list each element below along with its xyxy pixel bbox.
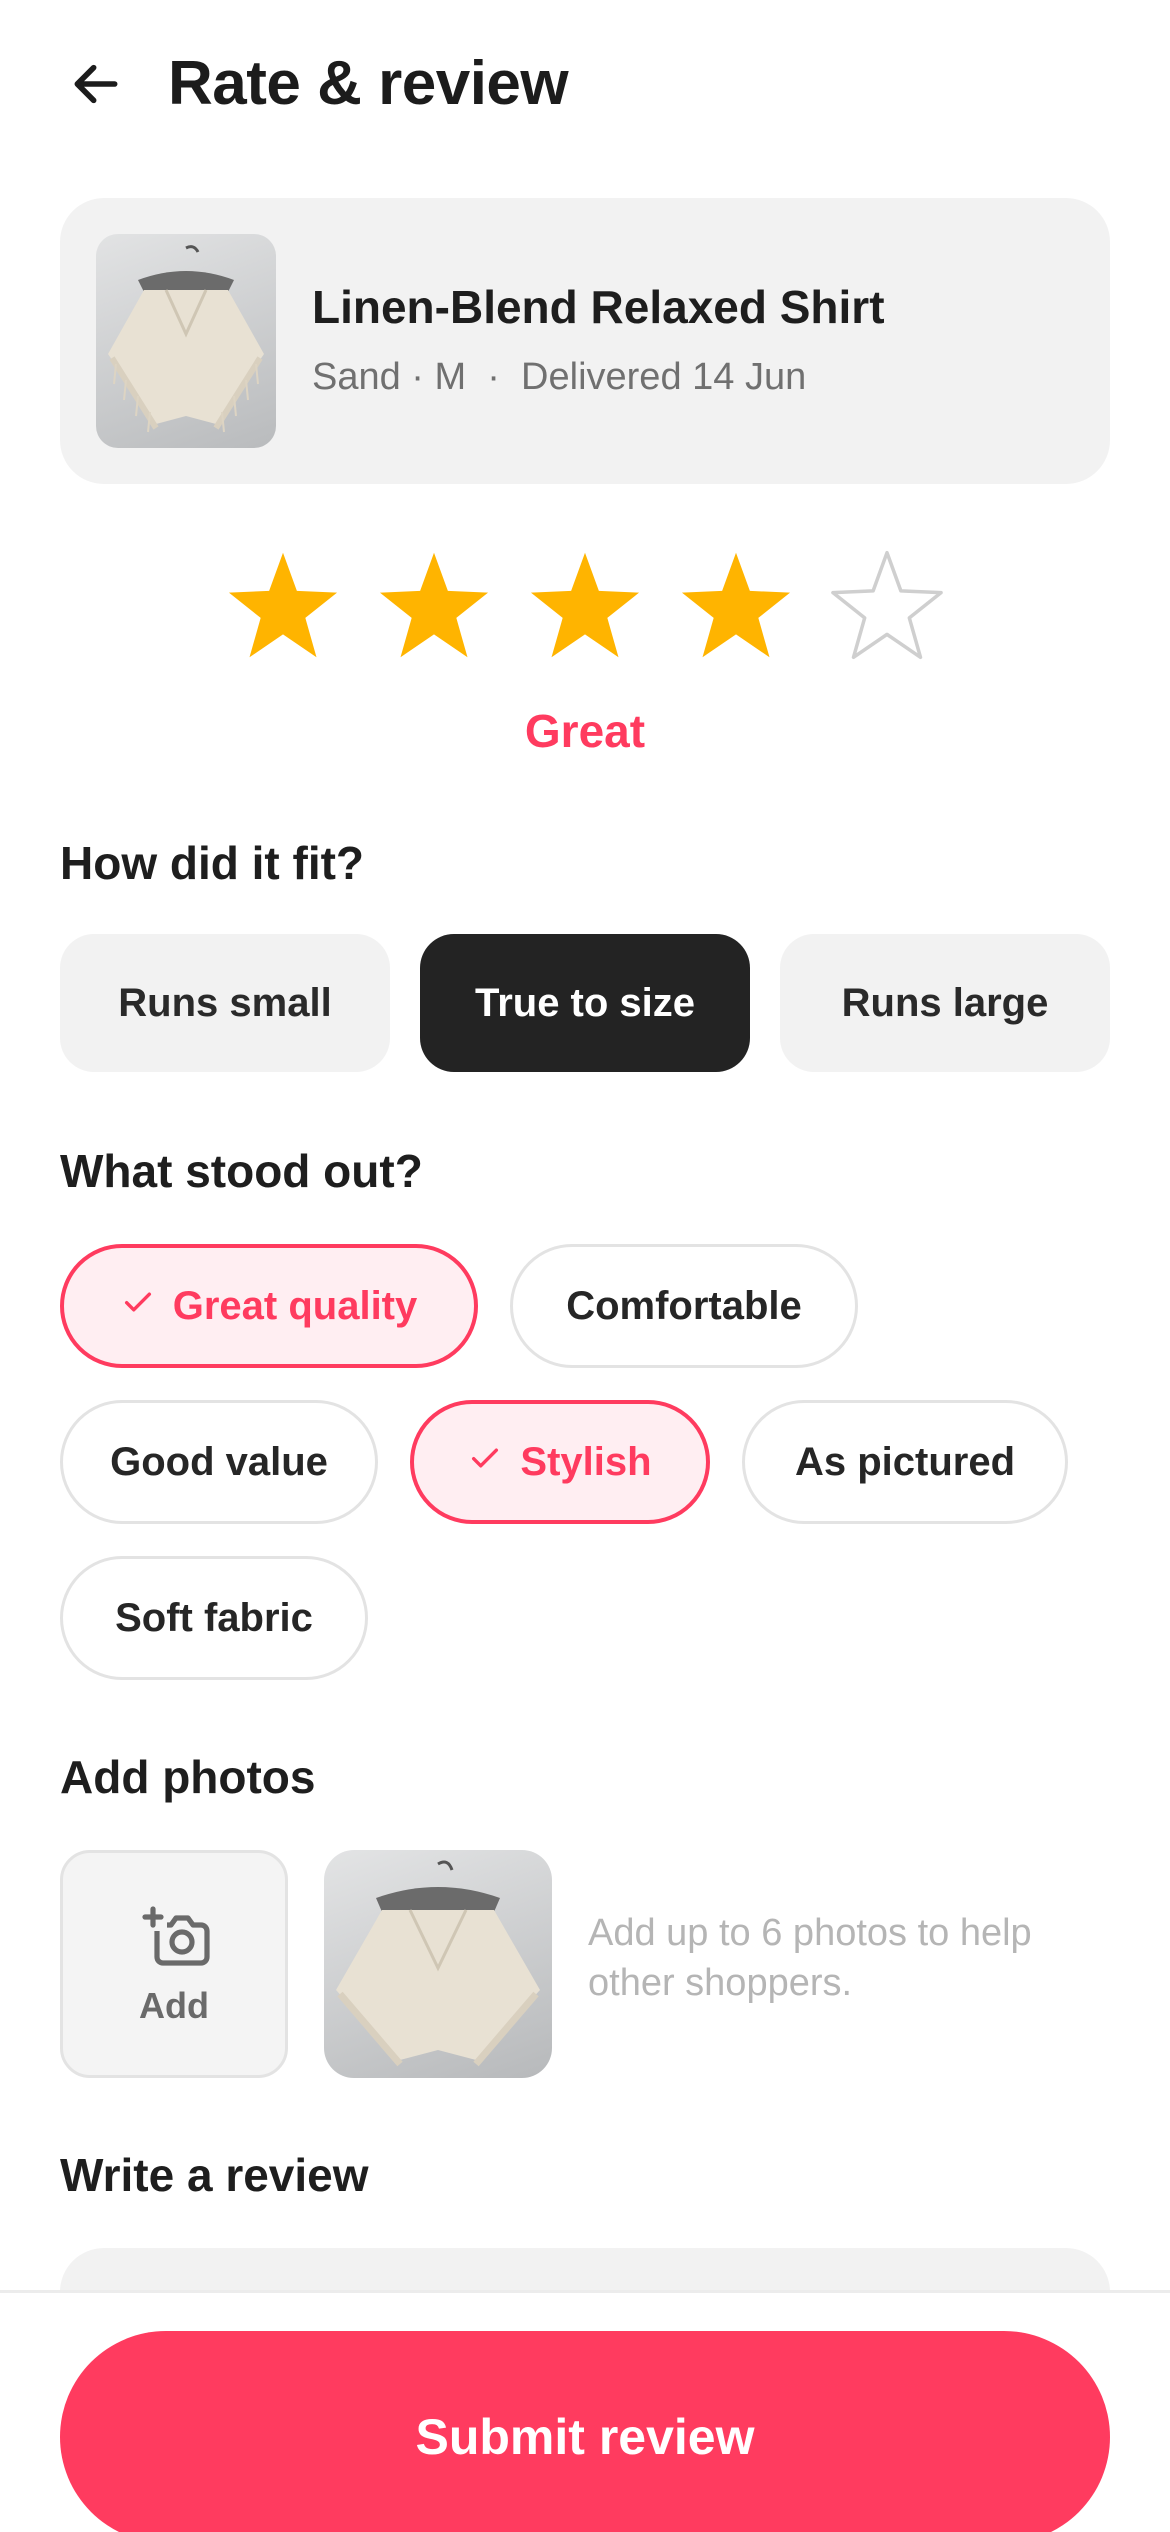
product-name: Linen-Blend Relaxed Shirt (312, 281, 885, 333)
arrow-left-icon (74, 64, 118, 104)
star-filled-icon[interactable] (224, 548, 342, 662)
check-icon (121, 1284, 155, 1329)
tag-chip-great-quality[interactable]: Great quality (60, 1244, 478, 1368)
add-photo-button[interactable]: Add (60, 1850, 288, 2078)
fit-option-runs-small[interactable]: Runs small (60, 934, 390, 1072)
tag-label: Comfortable (566, 1283, 802, 1328)
tag-chip-good-value[interactable]: Good value (60, 1400, 378, 1524)
rate-review-screen: Rate & review Linen-Blend Relaxed Shirt … (0, 0, 1170, 2532)
tag-chip-comfortable[interactable]: Comfortable (510, 1244, 858, 1368)
photo-hint: Add up to 6 photos to help other shopper… (588, 1912, 1032, 2004)
tag-label: As pictured (794, 1439, 1016, 1484)
tag-chip-soft-fabric[interactable]: Soft fabric (60, 1556, 368, 1680)
page-title: Rate & review (168, 49, 569, 118)
review-section-title: Write a review (60, 2149, 369, 2201)
tag-chip-as-pictured[interactable]: As pictured (742, 1400, 1068, 1524)
product-meta: Sand · M · Delivered 14 Jun (312, 356, 807, 398)
tag-label: Stylish (520, 1439, 652, 1484)
product-image (96, 234, 276, 448)
tag-chip-stylish[interactable]: Stylish (410, 1400, 710, 1524)
back-button[interactable] (56, 44, 136, 124)
star-filled-icon[interactable] (375, 548, 493, 662)
tag-label: Good value (110, 1439, 328, 1484)
uploaded-photo[interactable] (324, 1850, 552, 2078)
header: Rate & review (0, 0, 1170, 170)
tag-label: Soft fabric (115, 1595, 313, 1640)
submit-review-button[interactable]: Submit review (60, 2331, 1110, 2532)
star-filled-icon[interactable] (526, 548, 644, 662)
rating-label: Great (524, 705, 646, 757)
add-photo-label: Add (139, 1985, 209, 2026)
product-card: Linen-Blend Relaxed Shirt Sand · M · Del… (60, 198, 1110, 484)
star-empty-icon[interactable] (828, 548, 946, 662)
tag-label: Great quality (172, 1283, 418, 1328)
highlights-section-title: What stood out? (60, 1145, 423, 1197)
bottom-bar: Submit review (0, 2290, 1170, 2532)
star-rating (224, 548, 946, 662)
fit-option-runs-large[interactable]: Runs large (780, 934, 1110, 1072)
fit-section-title: How did it fit? (60, 837, 365, 889)
photos-section-title: Add photos (60, 1751, 316, 1803)
star-filled-icon[interactable] (677, 548, 795, 662)
camera-add-icon (141, 1903, 213, 1974)
fit-option-true-to-size[interactable]: True to size (420, 934, 750, 1072)
check-icon (468, 1440, 502, 1485)
